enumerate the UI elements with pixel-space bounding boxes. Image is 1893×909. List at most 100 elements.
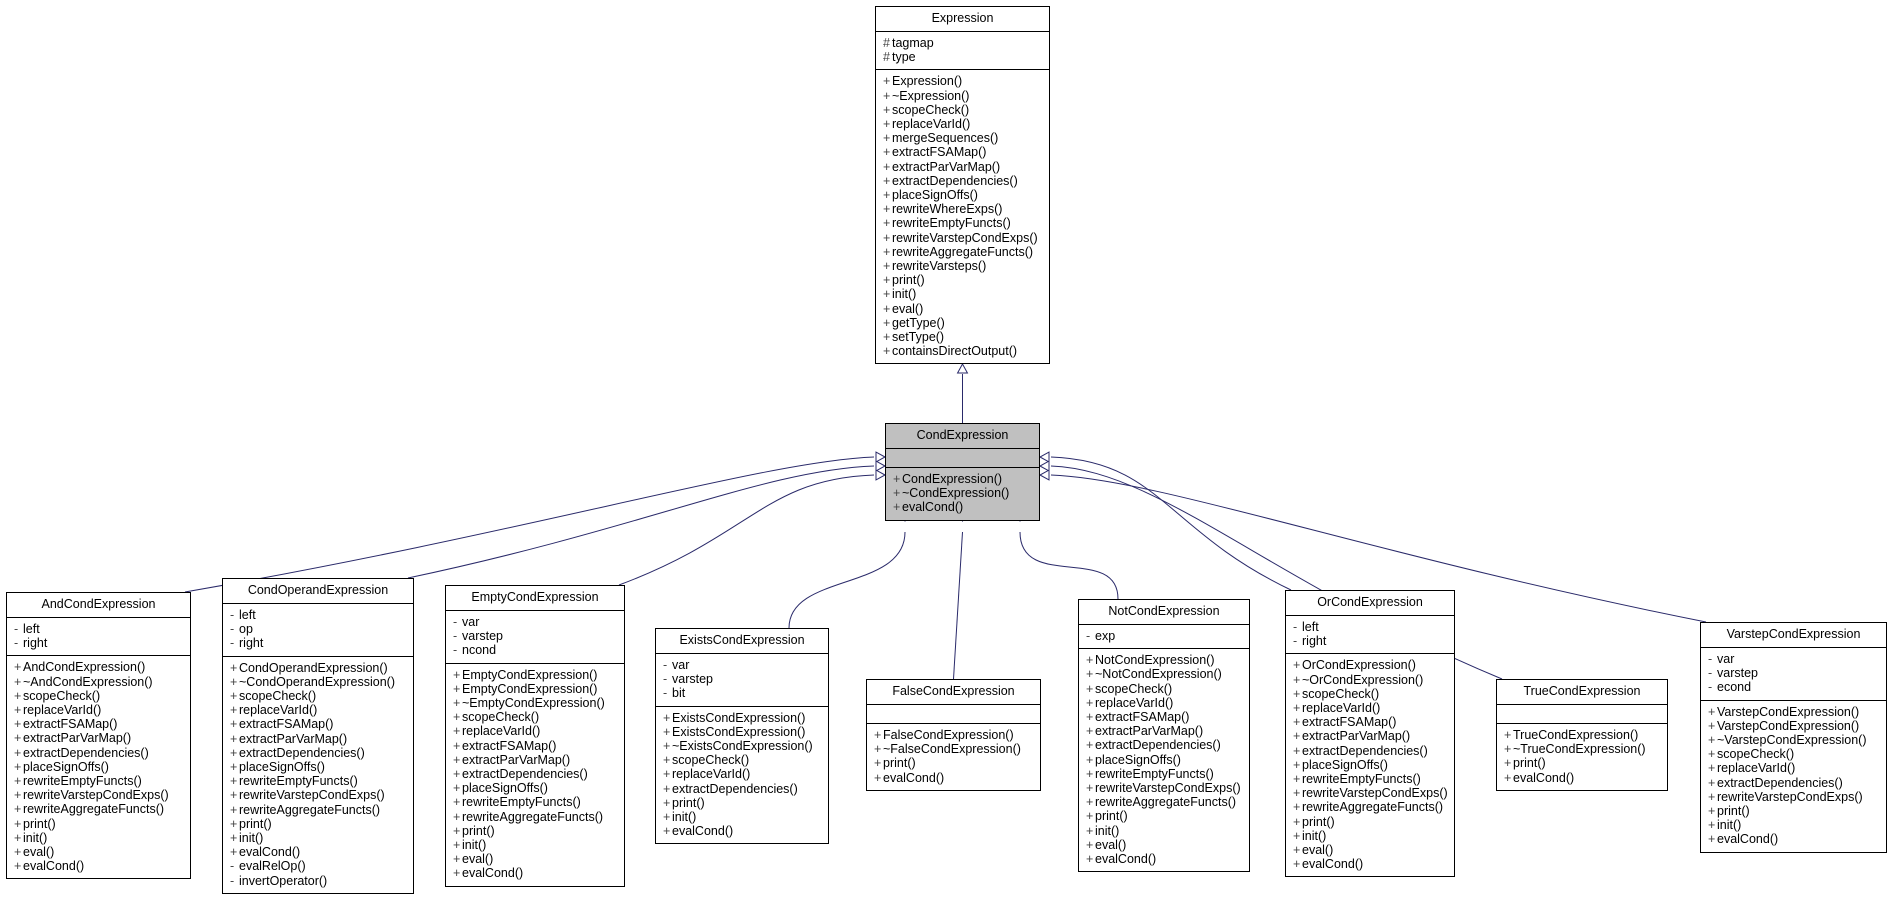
visibility-marker: - [230, 608, 235, 622]
operation-row: + replaceVarId() [881, 117, 1044, 131]
operation-row: + rewriteAggregateFuncts() [881, 245, 1044, 259]
operation-row: + ~VarstepCondExpression() [1706, 733, 1881, 747]
class-box-empty-cond-expression[interactable]: EmptyCondExpression - var - varstep - ncond + Em… [445, 585, 625, 887]
generalization-arrow-true-cond-expression [1038, 460, 1050, 472]
class-box-false-cond-expression[interactable]: FalseCondExpression + FalseCondExpression(… [866, 679, 1041, 791]
visibility-marker: + [1086, 809, 1094, 824]
operation-row: + evalCond() [228, 845, 408, 859]
visibility-marker: - [1708, 680, 1713, 695]
visibility-marker: - [1293, 620, 1298, 634]
operation-row: + evalCond() [1706, 832, 1881, 846]
visibility-marker: + [883, 145, 891, 160]
operation-label: evalCond() [902, 500, 964, 515]
operation-row: + init() [881, 287, 1044, 301]
operations-compartment-cond-expression: + CondExpression() + ~CondExpression() + eval… [886, 468, 1039, 520]
operation-row: + Expression() [881, 74, 1044, 88]
operation-label: rewriteAggregateFuncts() [462, 809, 604, 824]
visibility-marker: + [453, 667, 461, 682]
operation-label: extractDependencies() [1095, 738, 1221, 753]
visibility-marker: + [14, 802, 22, 817]
operation-label: scopeCheck() [23, 688, 101, 703]
operation-row: + scopeCheck() [1291, 687, 1449, 701]
operation-label: placeSignOffs() [1302, 757, 1388, 772]
class-box-exists-cond-expression[interactable]: ExistsCondExpression - var - varstep - bit + Exi… [655, 628, 829, 845]
class-box-expression[interactable]: Expression # tagmap # type + Expression() + ~Exp… [875, 6, 1050, 365]
operation-label: rewriteEmptyFuncts() [239, 774, 358, 789]
operation-label: extractDependencies() [23, 745, 149, 760]
attribute-row: - var [1706, 652, 1881, 666]
operation-label: extractFSAMap() [462, 738, 557, 753]
class-box-cond-operand-expression[interactable]: CondOperandExpression - left - op - right + Cond… [222, 578, 414, 894]
class-box-and-cond-expression[interactable]: AndCondExpression - left - right + AndCondExpr… [6, 592, 191, 880]
operation-label: init() [23, 830, 48, 845]
operation-label: VarstepCondExpression() [1717, 718, 1860, 733]
operation-label: replaceVarId() [1302, 701, 1381, 716]
visibility-marker: - [230, 636, 235, 651]
attribute-label: varstep [462, 629, 503, 644]
attribute-label: varstep [1717, 666, 1758, 681]
visibility-marker: + [1086, 738, 1094, 753]
operation-label: ExistsCondExpression() [672, 710, 806, 725]
attribute-label: econd [1717, 680, 1752, 695]
operation-label: scopeCheck() [1717, 747, 1795, 762]
attribute-label: right [23, 636, 48, 651]
operation-label: rewriteEmptyFuncts() [1095, 766, 1214, 781]
class-box-not-cond-expression[interactable]: NotCondExpression - exp + NotCondExpression(… [1078, 599, 1250, 873]
visibility-marker: + [883, 273, 891, 288]
attribute-row: - varstep [1706, 666, 1881, 680]
operation-row: + print() [451, 824, 619, 838]
operation-label: rewriteVarsteps() [892, 259, 987, 274]
attribute-row: - left [12, 622, 185, 636]
operation-row: + init() [1706, 818, 1881, 832]
operation-label: eval() [462, 852, 494, 867]
visibility-marker: + [1293, 686, 1301, 701]
visibility-marker: + [1086, 667, 1094, 682]
visibility-marker: + [1086, 781, 1094, 796]
operation-row: + extractParVarMap() [228, 732, 408, 746]
class-box-true-cond-expression[interactable]: TrueCondExpression + TrueCondExpression() +… [1496, 679, 1668, 791]
uml-class-diagram: Expression # tagmap # type + Expression() + ~Exp… [0, 0, 1893, 909]
operation-row: + init() [661, 810, 823, 824]
visibility-marker: + [883, 330, 891, 345]
operation-label: extractFSAMap() [1302, 715, 1397, 730]
visibility-marker: + [453, 795, 461, 810]
visibility-marker: + [883, 344, 891, 359]
class-name-or-cond-expression: OrCondExpression [1317, 595, 1423, 609]
attribute-row: - var [661, 658, 823, 672]
visibility-marker: + [1504, 770, 1512, 785]
attribute-row: - right [12, 636, 185, 650]
visibility-marker: + [1504, 728, 1512, 742]
visibility-marker: + [663, 810, 671, 825]
visibility-marker: + [453, 767, 461, 782]
operation-row: + rewriteAggregateFuncts() [1291, 800, 1449, 814]
visibility-marker: + [1293, 729, 1301, 744]
operation-row: + scopeCheck() [661, 753, 823, 767]
operation-label: ~Expression() [892, 88, 970, 103]
operation-label: evalCond() [1095, 852, 1157, 867]
operation-label: mergeSequences() [892, 131, 999, 146]
class-box-or-cond-expression[interactable]: OrCondExpression - left - right + OrCondExpres… [1285, 590, 1455, 878]
operation-row: + rewriteVarstepCondExps() [1291, 786, 1449, 800]
operation-label: extractDependencies() [239, 745, 365, 760]
operation-label: invertOperator() [239, 873, 328, 888]
operation-label: print() [1513, 756, 1546, 771]
operation-label: rewriteAggregateFuncts() [892, 244, 1034, 259]
class-box-cond-expression[interactable]: CondExpression + CondExpression() + ~CondExp… [885, 423, 1040, 521]
visibility-marker: + [453, 781, 461, 796]
operation-label: ~VarstepCondExpression() [1717, 733, 1867, 748]
attributes-compartment-cond-expression [886, 449, 1039, 467]
visibility-marker: + [14, 731, 22, 746]
class-box-varstep-cond-expression[interactable]: VarstepCondExpression - var - varstep - econd +… [1700, 622, 1887, 853]
operation-row: + replaceVarId() [12, 703, 185, 717]
visibility-marker: - [14, 636, 19, 651]
attribute-row: - econd [1706, 680, 1881, 694]
generalization-arrow-empty-cond-expression [875, 469, 887, 481]
operation-row: + FalseCondExpression() [872, 728, 1035, 742]
operation-row: + CondExpression() [891, 472, 1034, 486]
visibility-marker: - [453, 643, 458, 658]
visibility-marker: + [883, 244, 891, 259]
visibility-marker: + [1293, 786, 1301, 801]
operation-row: + print() [228, 817, 408, 831]
visibility-marker: + [1708, 733, 1716, 748]
attribute-row: - ncond [451, 643, 619, 657]
